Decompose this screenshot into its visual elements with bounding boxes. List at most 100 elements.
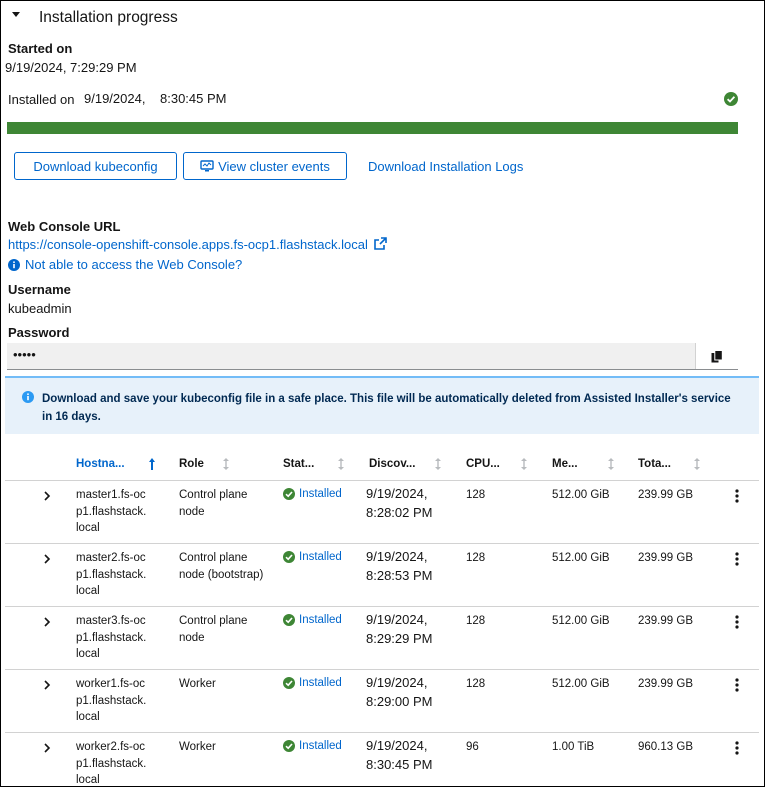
download-installation-logs-link[interactable]: Download Installation Logs bbox=[368, 159, 523, 174]
hostname-cell: master3.fs-ocp1.flashstack.local bbox=[76, 615, 147, 660]
column-header-memory[interactable]: Me... bbox=[552, 458, 578, 470]
username-label: Username bbox=[8, 282, 71, 297]
role-cell: Control plane node bbox=[179, 615, 248, 644]
sort-icon[interactable] bbox=[222, 457, 230, 471]
kebab-menu-icon[interactable] bbox=[735, 678, 739, 692]
role-cell: Worker bbox=[179, 678, 216, 690]
role-cell: Control plane node bbox=[179, 489, 248, 518]
status-cell[interactable]: Installed bbox=[283, 614, 342, 626]
success-check-icon bbox=[283, 740, 295, 752]
section-title: Installation progress bbox=[39, 9, 178, 26]
total-storage-cell: 239.99 GB bbox=[638, 552, 693, 564]
status-text: Installed bbox=[299, 551, 342, 563]
sort-icon[interactable] bbox=[607, 457, 615, 471]
role-cell: Control plane node (bootstrap) bbox=[179, 552, 264, 581]
sort-icon[interactable] bbox=[520, 457, 528, 471]
success-check-icon bbox=[283, 488, 295, 500]
status-cell[interactable]: Installed bbox=[283, 677, 342, 689]
hostname-cell: master2.fs-ocp1.flashstack.local bbox=[76, 552, 147, 597]
kebab-menu-icon[interactable] bbox=[735, 615, 739, 629]
started-on-value: 9/19/2024, 7:29:29 PM bbox=[5, 60, 137, 75]
download-kubeconfig-label: Download kubeconfig bbox=[33, 158, 158, 174]
row-divider bbox=[5, 732, 759, 733]
memory-cell: 512.00 GiB bbox=[552, 678, 610, 690]
kubeconfig-info-alert: Download and save your kubeconfig file i… bbox=[5, 376, 759, 434]
chevron-down-icon[interactable] bbox=[10, 8, 22, 22]
memory-cell: 512.00 GiB bbox=[552, 552, 610, 564]
total-storage-cell: 960.13 GB bbox=[638, 741, 693, 753]
hostname-cell: worker1.fs-ocp1.flashstack.local bbox=[76, 678, 147, 723]
cpu-cell: 96 bbox=[466, 741, 479, 753]
success-check-icon bbox=[283, 677, 295, 689]
sort-icon[interactable] bbox=[434, 457, 442, 471]
cpu-cell: 128 bbox=[466, 615, 486, 627]
discovered-cell: 9/19/2024, 8:29:00 PM bbox=[366, 675, 433, 709]
success-check-icon bbox=[283, 551, 295, 563]
password-field[interactable]: ••••• bbox=[7, 343, 738, 370]
sort-icon[interactable] bbox=[693, 457, 701, 471]
success-check-icon bbox=[283, 614, 295, 626]
info-circle-icon bbox=[22, 391, 34, 403]
download-kubeconfig-button[interactable]: Download kubeconfig bbox=[14, 152, 177, 180]
total-storage-cell: 239.99 GB bbox=[638, 678, 693, 690]
kebab-menu-icon[interactable] bbox=[735, 741, 739, 755]
installation-progress-bar bbox=[7, 122, 738, 134]
expand-chevron-icon[interactable] bbox=[43, 617, 51, 627]
table-divider bbox=[5, 480, 759, 481]
hostname-cell: master1.fs-ocp1.flashstack.local bbox=[76, 489, 147, 534]
row-divider bbox=[5, 606, 759, 607]
column-header-status[interactable]: Stat... bbox=[283, 458, 314, 470]
console-access-help-text: Not able to access the Web Console? bbox=[25, 257, 243, 272]
memory-cell: 1.00 TiB bbox=[552, 741, 595, 753]
success-check-icon bbox=[724, 92, 738, 106]
installed-on-date: 9/19/2024, bbox=[84, 91, 146, 106]
web-console-url-link[interactable]: https://console-openshift-console.apps.f… bbox=[8, 237, 387, 252]
discovered-cell: 9/19/2024, 8:28:02 PM bbox=[366, 486, 433, 520]
installed-on-label: Installed on bbox=[8, 92, 75, 107]
column-header-role[interactable]: Role bbox=[179, 458, 204, 470]
alert-message: Download and save your kubeconfig file i… bbox=[42, 393, 731, 423]
view-cluster-events-label: View cluster events bbox=[218, 158, 330, 174]
view-cluster-events-button[interactable]: View cluster events bbox=[183, 152, 347, 180]
username-value: kubeadmin bbox=[8, 301, 72, 316]
info-icon bbox=[8, 258, 20, 271]
status-text: Installed bbox=[299, 677, 342, 689]
status-cell[interactable]: Installed bbox=[283, 551, 342, 563]
kebab-menu-icon[interactable] bbox=[735, 489, 739, 503]
installed-on-time: 8:30:45 PM bbox=[160, 91, 227, 106]
console-access-help-link[interactable]: Not able to access the Web Console? bbox=[8, 257, 242, 272]
sort-icon[interactable] bbox=[337, 457, 345, 471]
hostname-cell: worker2.fs-ocp1.flashstack.local bbox=[76, 741, 147, 786]
password-label: Password bbox=[8, 325, 70, 340]
copy-icon bbox=[711, 349, 723, 362]
expand-chevron-icon[interactable] bbox=[43, 554, 51, 564]
kebab-menu-icon[interactable] bbox=[735, 552, 739, 566]
status-text: Installed bbox=[299, 488, 342, 500]
discovered-cell: 9/19/2024, 8:29:29 PM bbox=[366, 612, 433, 646]
status-cell[interactable]: Installed bbox=[283, 740, 342, 752]
column-header-total-storage[interactable]: Tota... bbox=[638, 458, 671, 470]
copy-password-button[interactable] bbox=[695, 343, 738, 369]
role-cell: Worker bbox=[179, 741, 216, 753]
status-cell[interactable]: Installed bbox=[283, 488, 342, 500]
started-on-label: Started on bbox=[8, 41, 73, 56]
row-divider bbox=[5, 669, 759, 670]
discovered-cell: 9/19/2024, 8:30:45 PM bbox=[366, 738, 433, 772]
expand-chevron-icon[interactable] bbox=[43, 491, 51, 501]
memory-cell: 512.00 GiB bbox=[552, 615, 610, 627]
sort-ascending-icon[interactable] bbox=[148, 457, 156, 471]
total-storage-cell: 239.99 GB bbox=[638, 489, 693, 501]
password-masked-value: ••••• bbox=[13, 347, 36, 362]
cpu-cell: 128 bbox=[466, 552, 486, 564]
column-header-cpu[interactable]: CPU... bbox=[466, 458, 500, 470]
column-header-discovered[interactable]: Discov... bbox=[369, 458, 415, 470]
cpu-cell: 128 bbox=[466, 678, 486, 690]
expand-chevron-icon[interactable] bbox=[43, 743, 51, 753]
total-storage-cell: 239.99 GB bbox=[638, 615, 693, 627]
expand-chevron-icon[interactable] bbox=[43, 680, 51, 690]
external-link-icon bbox=[373, 237, 387, 250]
web-console-url-label: Web Console URL bbox=[8, 219, 121, 234]
column-header-hostname[interactable]: Hostna... bbox=[76, 458, 125, 470]
row-divider bbox=[5, 543, 759, 544]
web-console-url-text: https://console-openshift-console.apps.f… bbox=[8, 237, 368, 252]
